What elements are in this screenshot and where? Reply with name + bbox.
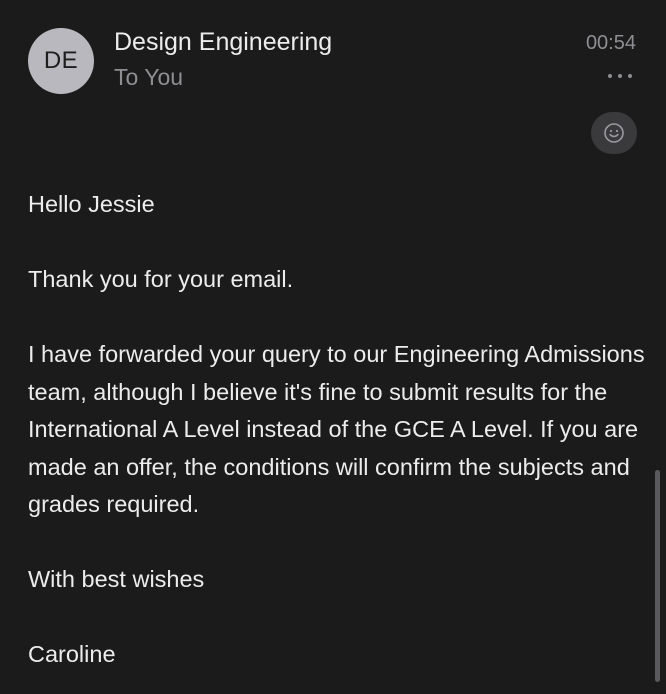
message-time: 00:54 — [585, 32, 636, 54]
ellipsis-dot — [628, 74, 632, 78]
email-view: DE Design Engineering To You 00:54 Hello… — [0, 0, 666, 694]
sender-name[interactable]: Design Engineering — [114, 28, 332, 57]
message-paragraph: Thank you for your email. — [28, 266, 294, 292]
message-greeting: Hello Jessie — [28, 191, 155, 217]
message-signature: Caroline — [28, 641, 116, 667]
smiley-icon — [604, 123, 624, 143]
add-reaction-button[interactable] — [591, 112, 637, 154]
ellipsis-icon[interactable] — [608, 66, 632, 86]
ellipsis-dot — [608, 74, 612, 78]
avatar-initials: DE — [43, 47, 79, 74]
message-sign-off: With best wishes — [28, 566, 205, 592]
message-body: Hello Jessie Thank you for your email. I… — [28, 186, 648, 674]
sender-avatar[interactable]: DE — [28, 28, 94, 94]
message-paragraph: I have forwarded your query to our Engin… — [28, 341, 645, 517]
ellipsis-dot — [618, 74, 622, 78]
scrollbar[interactable] — [655, 470, 660, 682]
recipient-label[interactable]: To You — [114, 64, 183, 91]
